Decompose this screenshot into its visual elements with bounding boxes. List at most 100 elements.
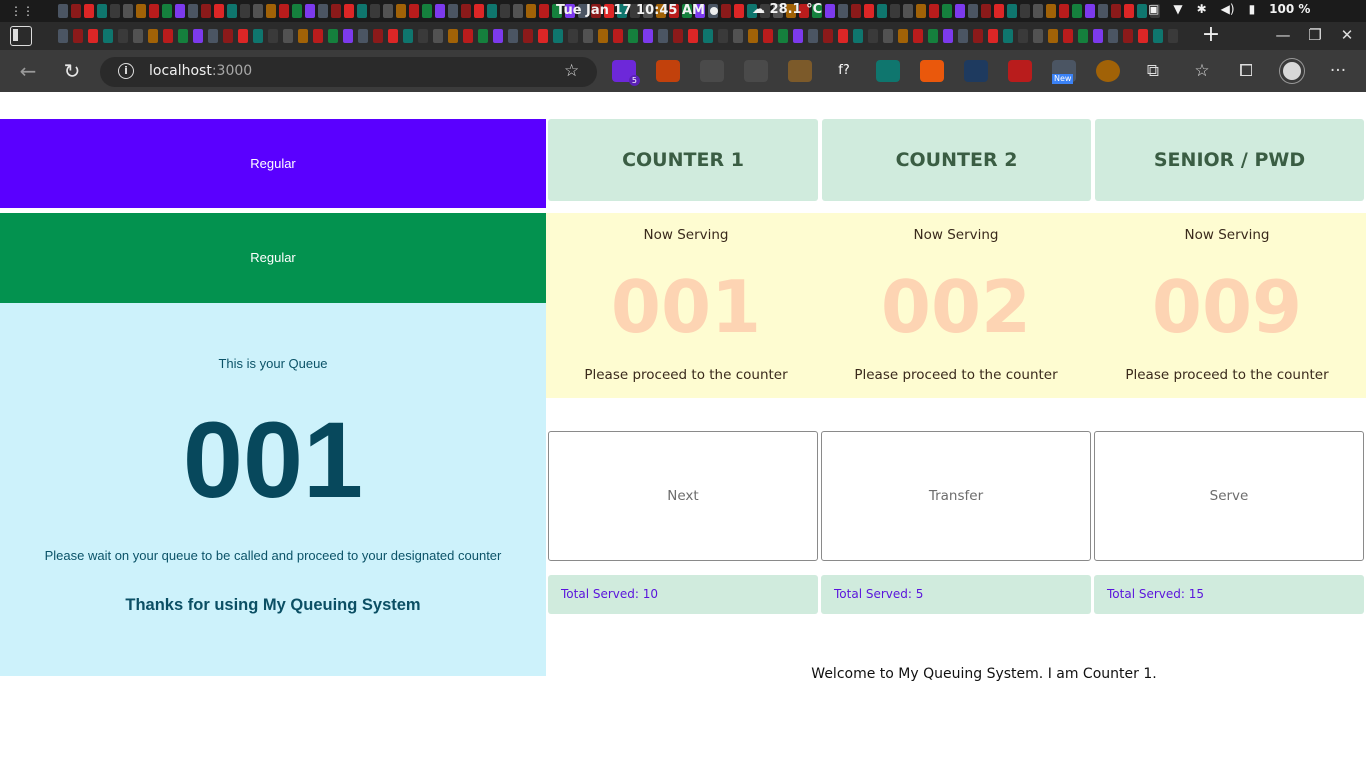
app-indicator-icon[interactable] bbox=[1007, 4, 1017, 18]
app-indicator-icon[interactable] bbox=[97, 4, 107, 18]
tab-favicon-icon[interactable] bbox=[1078, 29, 1088, 43]
extension-recycle-icon[interactable] bbox=[744, 60, 768, 82]
app-indicator-icon[interactable] bbox=[1033, 4, 1043, 18]
app-indicator-icon[interactable] bbox=[292, 4, 302, 18]
app-indicator-icon[interactable] bbox=[968, 4, 978, 18]
collections-icon[interactable]: ⧠ bbox=[1234, 59, 1258, 83]
tab-favicon-icon[interactable] bbox=[1153, 29, 1163, 43]
app-indicator-icon[interactable] bbox=[123, 4, 133, 18]
app-indicator-icon[interactable] bbox=[266, 4, 276, 18]
app-indicator-icon[interactable] bbox=[110, 4, 120, 18]
tab-favicon-icon[interactable] bbox=[1018, 29, 1028, 43]
app-indicator-icon[interactable] bbox=[305, 4, 315, 18]
app-indicator-icon[interactable] bbox=[71, 4, 81, 18]
app-indicator-icon[interactable] bbox=[500, 4, 510, 18]
app-indicator-icon[interactable] bbox=[981, 4, 991, 18]
app-indicator-icon[interactable] bbox=[383, 4, 393, 18]
tab-favicon-icon[interactable] bbox=[958, 29, 968, 43]
browser-tabs[interactable] bbox=[58, 29, 1188, 45]
tab-favicon-icon[interactable] bbox=[808, 29, 818, 43]
extension-pencil-icon[interactable] bbox=[788, 60, 812, 82]
app-indicator-icon[interactable] bbox=[227, 4, 237, 18]
app-indicator-icon[interactable] bbox=[734, 4, 744, 18]
tab-favicon-icon[interactable] bbox=[1108, 29, 1118, 43]
tab-favicon-icon[interactable] bbox=[448, 29, 458, 43]
app-indicator-icon[interactable] bbox=[1046, 4, 1056, 18]
app-indicator-icon[interactable] bbox=[890, 4, 900, 18]
app-indicator-icon[interactable] bbox=[448, 4, 458, 18]
tab-favicon-icon[interactable] bbox=[898, 29, 908, 43]
restore-icon[interactable]: ❐ bbox=[1306, 25, 1324, 45]
app-indicator-icon[interactable] bbox=[1124, 4, 1134, 18]
tab-favicon-icon[interactable] bbox=[508, 29, 518, 43]
tab-favicon-icon[interactable] bbox=[283, 29, 293, 43]
app-indicator-icon[interactable] bbox=[84, 4, 94, 18]
tab-favicon-icon[interactable] bbox=[343, 29, 353, 43]
tab-actions-icon[interactable] bbox=[10, 26, 32, 46]
tab-favicon-icon[interactable] bbox=[538, 29, 548, 43]
app-indicator-icon[interactable] bbox=[877, 4, 887, 18]
tab-favicon-icon[interactable] bbox=[478, 29, 488, 43]
tab-favicon-icon[interactable] bbox=[463, 29, 473, 43]
app-indicator-icon[interactable] bbox=[188, 4, 198, 18]
tab-favicon-icon[interactable] bbox=[298, 29, 308, 43]
add-favorite-icon[interactable]: ☆ bbox=[564, 61, 579, 81]
app-indicator-icon[interactable] bbox=[162, 4, 172, 18]
tab-favicon-icon[interactable] bbox=[793, 29, 803, 43]
app-indicator-icon[interactable] bbox=[1059, 4, 1069, 18]
app-indicator-icon[interactable] bbox=[955, 4, 965, 18]
app-indicator-icon[interactable] bbox=[370, 4, 380, 18]
app-indicator-icon[interactable] bbox=[318, 4, 328, 18]
tab-favicon-icon[interactable] bbox=[628, 29, 638, 43]
tab-favicon-icon[interactable] bbox=[103, 29, 113, 43]
bluetooth-icon[interactable]: ✱ bbox=[1197, 2, 1207, 16]
app-indicator-icon[interactable] bbox=[526, 4, 536, 18]
tab-favicon-icon[interactable] bbox=[253, 29, 263, 43]
app-indicator-icon[interactable] bbox=[240, 4, 250, 18]
tab-favicon-icon[interactable] bbox=[748, 29, 758, 43]
app-indicator-icon[interactable] bbox=[487, 4, 497, 18]
extensions-puzzle-icon[interactable]: ⧉ bbox=[1141, 59, 1165, 83]
tab-favicon-icon[interactable] bbox=[1138, 29, 1148, 43]
tab-favicon-icon[interactable] bbox=[568, 29, 578, 43]
tab-favicon-icon[interactable] bbox=[1063, 29, 1073, 43]
app-grid-icon[interactable]: ⋮⋮ bbox=[10, 4, 34, 18]
app-indicator-icon[interactable] bbox=[461, 4, 471, 18]
new-tab-icon[interactable]: + bbox=[1200, 23, 1222, 47]
notifications-icon[interactable]: ▣ bbox=[1148, 2, 1159, 16]
tab-favicon-icon[interactable] bbox=[988, 29, 998, 43]
tab-favicon-icon[interactable] bbox=[1168, 29, 1178, 43]
next-button[interactable]: Next bbox=[548, 431, 818, 561]
app-indicator-icon[interactable] bbox=[344, 4, 354, 18]
tab-favicon-icon[interactable] bbox=[823, 29, 833, 43]
app-indicator-icon[interactable] bbox=[253, 4, 263, 18]
extension-orange-icon[interactable] bbox=[920, 60, 944, 82]
queue-category-banner[interactable]: Regular bbox=[0, 119, 546, 208]
tab-favicon-icon[interactable] bbox=[778, 29, 788, 43]
tab-favicon-icon[interactable] bbox=[1048, 29, 1058, 43]
tab-favicon-icon[interactable] bbox=[58, 29, 68, 43]
minimize-icon[interactable]: — bbox=[1274, 25, 1292, 45]
tab-favicon-icon[interactable] bbox=[673, 29, 683, 43]
app-indicator-icon[interactable] bbox=[474, 4, 484, 18]
app-indicator-icon[interactable] bbox=[838, 4, 848, 18]
app-indicator-icon[interactable] bbox=[929, 4, 939, 18]
app-indicator-icon[interactable] bbox=[396, 4, 406, 18]
app-indicator-icon[interactable] bbox=[864, 4, 874, 18]
app-indicator-icon[interactable] bbox=[825, 4, 835, 18]
app-indicator-icon[interactable] bbox=[214, 4, 224, 18]
address-bar[interactable]: i localhost:3000 ☆ bbox=[100, 57, 597, 87]
tab-favicon-icon[interactable] bbox=[358, 29, 368, 43]
tab-favicon-icon[interactable] bbox=[148, 29, 158, 43]
extension-font-icon[interactable]: f? bbox=[832, 60, 856, 82]
tab-favicon-icon[interactable] bbox=[553, 29, 563, 43]
tab-favicon-icon[interactable] bbox=[928, 29, 938, 43]
tab-favicon-icon[interactable] bbox=[688, 29, 698, 43]
serve-button[interactable]: Serve bbox=[1094, 431, 1364, 561]
volume-icon[interactable]: ◀) bbox=[1221, 2, 1235, 16]
tab-favicon-icon[interactable] bbox=[658, 29, 668, 43]
os-clock[interactable]: Tue Jan 17 10:45 AM bbox=[556, 3, 705, 18]
app-indicator-icon[interactable] bbox=[58, 4, 68, 18]
app-indicator-icon[interactable] bbox=[1137, 4, 1147, 18]
extension-check-icon[interactable] bbox=[876, 60, 900, 82]
